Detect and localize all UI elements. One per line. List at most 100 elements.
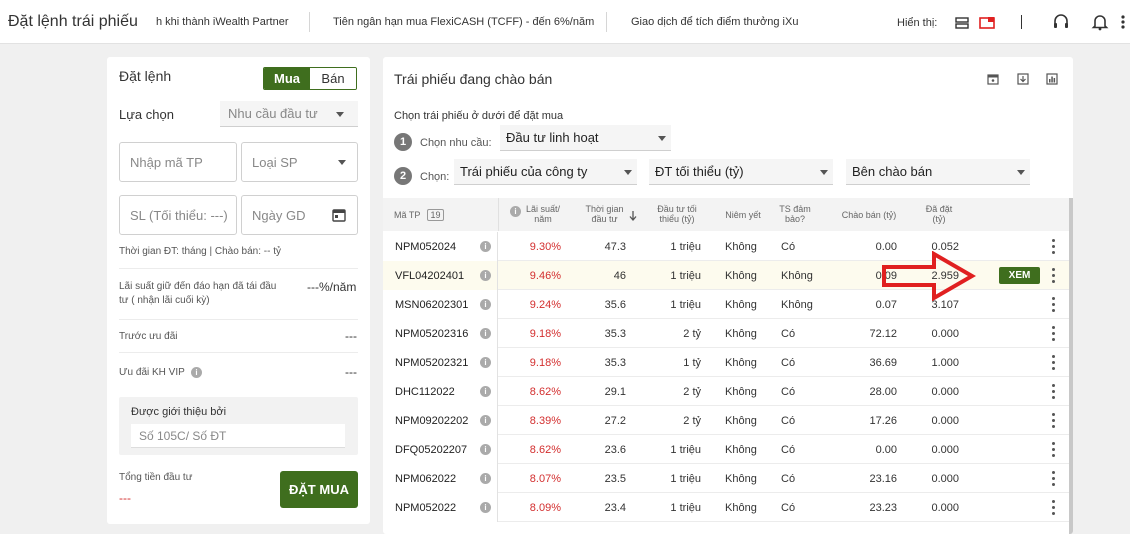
- info-icon[interactable]: i: [480, 299, 491, 310]
- col-listed[interactable]: Niêm yết: [721, 210, 765, 220]
- table-row[interactable]: NPM05202316 i 9.18% 35.3 2 tỷ Không Có 72.12 0.0…: [383, 319, 1069, 348]
- cell-listed: Không: [725, 414, 757, 427]
- table-row[interactable]: NPM052022 i 8.09% 23.4 1 triệu Không Có 23.23 0.…: [383, 493, 1069, 522]
- bond-code-cell[interactable]: NPM05202316 i: [383, 319, 498, 348]
- need-filter-value: Đầu tư linh hoạt: [506, 130, 599, 145]
- ticker-item-ixu[interactable]: Giao dịch để tích điểm thưởng iXu: [631, 16, 798, 28]
- investment-need-select[interactable]: Nhu cầu đầu tư: [220, 101, 358, 127]
- need-filter-label: Chọn nhu cầu:: [420, 137, 492, 149]
- issuer-filter-select[interactable]: Trái phiếu của công ty: [454, 159, 637, 185]
- info-icon[interactable]: i: [480, 328, 491, 339]
- order-panel: Đặt lệnh Mua Bán Lựa chọn Nhu cầu đầu tư…: [107, 57, 370, 524]
- quantity-input[interactable]: SL (Tối thiểu: ---): [119, 195, 237, 235]
- info-icon[interactable]: i: [480, 444, 491, 455]
- cell-term: 23.5: [604, 472, 626, 485]
- bond-code-cell[interactable]: NPM052022 i: [383, 493, 498, 522]
- col-min-investment[interactable]: Đầu tư tối thiểu (tỷ): [653, 204, 701, 224]
- col-code[interactable]: Mã TP: [394, 210, 420, 220]
- bond-code-cell[interactable]: NPM05202321 i: [383, 348, 498, 377]
- info-icon[interactable]: i: [480, 357, 491, 368]
- cell-reached: 0.000: [931, 501, 959, 514]
- top-bar: Đặt lệnh trái phiếu h khi thành iWealth …: [0, 0, 1130, 44]
- row-menu-icon[interactable]: [1052, 326, 1056, 341]
- product-type-select[interactable]: Loại SP: [241, 142, 358, 182]
- chevron-down-icon: [336, 112, 344, 117]
- bond-code-cell[interactable]: MSN06202301 i: [383, 290, 498, 319]
- col-offered[interactable]: Chào bán (tỷ): [838, 210, 900, 220]
- info-icon[interactable]: i: [191, 367, 202, 378]
- cell-term: 23.4: [604, 501, 626, 514]
- buy-tab[interactable]: Mua: [264, 68, 310, 89]
- table-row[interactable]: NPM09202202 i 8.39% 27.2 2 tỷ Không Có 17.26 0.0…: [383, 406, 1069, 435]
- place-order-button[interactable]: ĐẶT MUA: [280, 471, 358, 508]
- total-investment-label: Tổng tiền đầu tư: [119, 472, 193, 483]
- bar-chart-icon[interactable]: [1045, 72, 1059, 86]
- download-icon[interactable]: [1016, 72, 1030, 86]
- referrer-box: Được giới thiệu bởi Số 105C/ Số ĐT: [119, 397, 358, 455]
- row-menu-icon[interactable]: [1052, 413, 1056, 428]
- ticker-item-flexicash[interactable]: Tiên ngân hạn mua FlexiCASH (TCFF) - đến…: [333, 16, 594, 28]
- row-menu-icon[interactable]: [1052, 442, 1056, 457]
- calendar-icon[interactable]: [332, 208, 346, 225]
- bond-code-cell[interactable]: VFL04202401 i: [383, 261, 498, 290]
- row-menu-icon[interactable]: [1052, 500, 1056, 515]
- bond-code-cell[interactable]: NPM062022 i: [383, 464, 498, 493]
- bond-code: NPM05202316: [395, 328, 469, 340]
- bond-code: MSN06202301: [395, 299, 469, 311]
- bond-code: DHC112022: [395, 386, 455, 398]
- sort-down-icon[interactable]: [629, 208, 637, 226]
- bond-code-cell[interactable]: DHC112022 i: [383, 377, 498, 406]
- sell-tab[interactable]: Bán: [310, 68, 356, 89]
- info-icon[interactable]: i: [480, 473, 491, 484]
- headset-icon[interactable]: [1051, 12, 1071, 32]
- bond-count-badge: 19: [427, 209, 444, 221]
- table-row[interactable]: DFQ05202207 i 8.62% 23.6 1 triệu Không Có 0.00 0…: [383, 435, 1069, 464]
- table-row[interactable]: NPM05202321 i 9.18% 35.3 1 tỷ Không Có 36.69 1.0…: [383, 348, 1069, 377]
- bond-code-cell[interactable]: DFQ05202207 i: [383, 435, 498, 464]
- col-rate[interactable]: Lãi suất/ năm: [523, 204, 563, 224]
- cell-rate: 8.62%: [529, 443, 561, 456]
- ticker-item-iwealth[interactable]: h khi thành iWealth Partner: [156, 16, 288, 28]
- pre-discount-value: ---: [345, 329, 357, 343]
- info-icon[interactable]: i: [510, 206, 521, 217]
- referrer-input[interactable]: Số 105C/ Số ĐT: [131, 424, 345, 448]
- table-scrollbar[interactable]: [1069, 198, 1073, 534]
- ticker-divider: [309, 12, 310, 32]
- col-secured[interactable]: TS đảm bảo?: [778, 204, 812, 224]
- vip-discount-label: Ưu đãi KH VIP: [119, 367, 185, 378]
- info-icon[interactable]: i: [480, 415, 491, 426]
- buy-sell-toggle[interactable]: Mua Bán: [263, 67, 357, 90]
- row-menu-icon[interactable]: [1052, 471, 1056, 486]
- bond-code-cell[interactable]: NPM052024 i: [383, 232, 498, 261]
- info-icon[interactable]: i: [480, 502, 491, 513]
- cell-rate: 9.46%: [529, 269, 561, 282]
- info-icon[interactable]: i: [480, 270, 491, 281]
- bond-code-input[interactable]: Nhập mã TP: [119, 142, 237, 182]
- need-filter-select[interactable]: Đầu tư linh hoạt: [500, 125, 671, 151]
- info-icon[interactable]: i: [480, 241, 491, 252]
- trade-date-input[interactable]: Ngày GD: [241, 195, 358, 235]
- chevron-down-icon: [338, 160, 346, 165]
- view-detail-button[interactable]: XEM: [999, 267, 1040, 284]
- col-term[interactable]: Thời gian đầu tư: [582, 204, 627, 224]
- row-menu-icon[interactable]: [1052, 268, 1056, 283]
- list-view-icon[interactable]: [953, 14, 971, 32]
- info-icon[interactable]: i: [480, 386, 491, 397]
- bond-code-cell[interactable]: NPM09202202 i: [383, 406, 498, 435]
- cell-min: 1 triệu: [670, 472, 701, 485]
- row-menu-icon[interactable]: [1052, 384, 1056, 399]
- seller-filter-select[interactable]: Bên chào bán: [846, 159, 1030, 185]
- table-row[interactable]: NPM062022 i 8.07% 23.5 1 triệu Không Có 23.16 0.…: [383, 464, 1069, 493]
- min-investment-filter-select[interactable]: ĐT tối thiểu (tỷ): [649, 159, 833, 185]
- table-row[interactable]: DHC112022 i 8.62% 29.1 2 tỷ Không Có 28.00 0.000: [383, 377, 1069, 406]
- row-menu-icon[interactable]: [1052, 297, 1056, 312]
- vip-discount-value: ---: [345, 365, 357, 379]
- card-view-icon[interactable]: [978, 14, 996, 32]
- row-menu-icon[interactable]: [1052, 355, 1056, 370]
- row-menu-icon[interactable]: [1052, 239, 1056, 254]
- calendar-icon[interactable]: [986, 72, 1000, 86]
- bell-icon[interactable]: [1090, 12, 1110, 32]
- col-reached[interactable]: Đã đặt (tỷ): [923, 204, 955, 224]
- cell-offered: 17.26: [869, 414, 897, 427]
- more-vert-icon[interactable]: [1119, 13, 1127, 31]
